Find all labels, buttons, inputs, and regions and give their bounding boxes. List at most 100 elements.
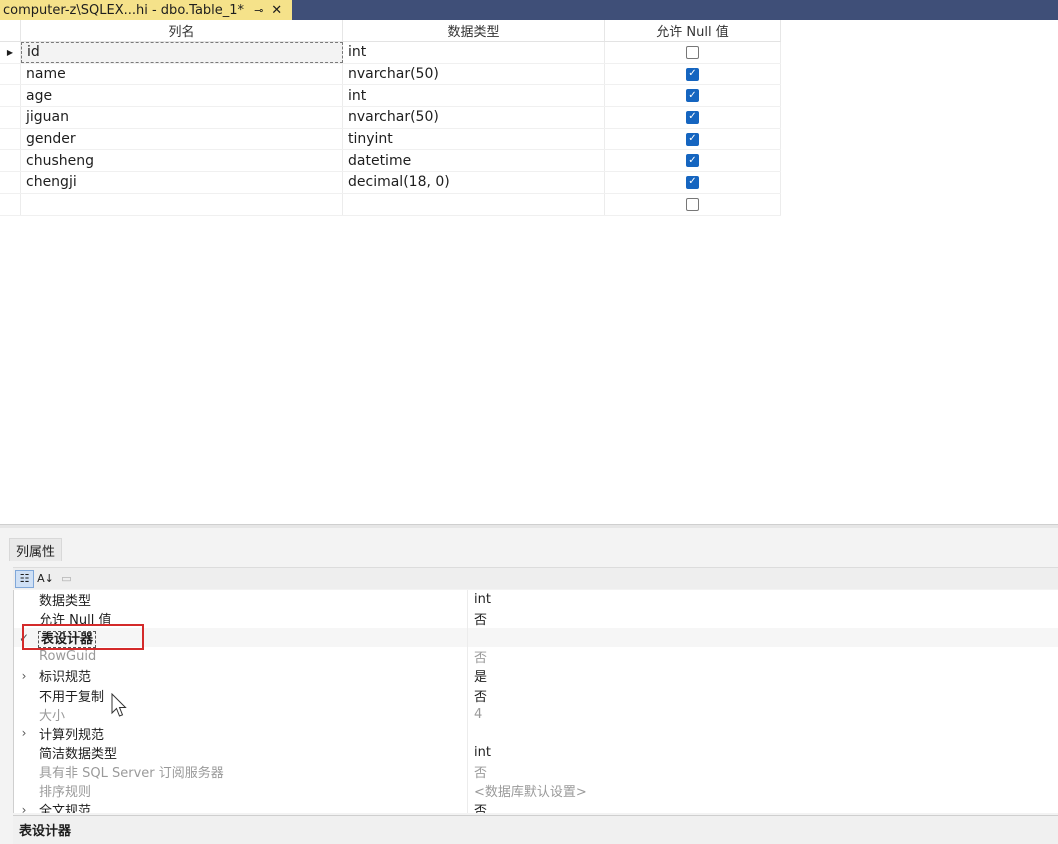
data-type-cell[interactable]: decimal(18, 0)	[343, 172, 605, 193]
allow-null-cell: ✓	[605, 85, 781, 107]
property-row[interactable]: 简洁数据类型 int	[14, 742, 1058, 762]
property-value[interactable]: 是	[467, 666, 1058, 686]
table-design-grid: 列名 数据类型 允许 Null 值 ▶ id int name nvarchar(50)…	[0, 20, 781, 216]
column-name-cell[interactable]: name	[21, 63, 343, 85]
property-value[interactable]: 否	[467, 800, 1058, 813]
column-name-cell[interactable]: id	[21, 42, 343, 63]
property-row[interactable]: 排序规则 <数据库默认设置>	[14, 780, 1058, 801]
property-value[interactable]	[467, 628, 1058, 648]
row-selector[interactable]	[0, 63, 21, 85]
row-selector[interactable]	[0, 85, 21, 107]
column-name-cell[interactable]: age	[21, 85, 343, 107]
row-selector[interactable]	[0, 193, 21, 215]
table-row[interactable]: chengji decimal(18, 0) ✓	[0, 172, 781, 194]
data-type-cell[interactable]: nvarchar(50)	[343, 107, 605, 128]
pin-icon[interactable]: ⊸	[254, 4, 263, 17]
property-name: 简洁数据类型	[39, 746, 118, 762]
grid-header: 列名 数据类型 允许 Null 值	[0, 20, 781, 42]
header-data-type[interactable]: 数据类型	[343, 20, 605, 41]
property-row[interactable]: › 计算列规范	[14, 723, 1058, 743]
document-tab[interactable]: computer-z\SQLEX...hi - dbo.Table_1* ⊸ ✕	[0, 0, 292, 20]
data-type-cell[interactable]	[343, 193, 605, 215]
table-row[interactable]	[0, 193, 781, 216]
property-description: 表设计器	[13, 815, 1058, 844]
data-type-cell[interactable]: datetime	[343, 150, 605, 172]
allow-null-checkbox[interactable]: ✓	[686, 67, 699, 81]
expand-chevron-icon[interactable]: ›	[14, 726, 34, 740]
property-name: 计算列规范	[39, 727, 105, 743]
property-row[interactable]: › 标识规范 是	[14, 666, 1058, 686]
column-name-cell[interactable]: gender	[21, 128, 343, 150]
row-selector-header	[0, 20, 21, 41]
property-name: 大小	[39, 708, 66, 724]
table-row[interactable]: gender tinyint ✓	[0, 128, 781, 151]
mouse-cursor-icon	[111, 693, 127, 717]
property-value[interactable]: int	[467, 590, 1058, 610]
document-tab-strip: computer-z\SQLEX...hi - dbo.Table_1* ⊸ ✕	[0, 0, 1058, 20]
property-value[interactable]: 否	[467, 609, 1058, 629]
allow-null-cell: ✓	[605, 128, 781, 150]
property-row[interactable]: › 全文规范 否	[14, 800, 1058, 813]
expand-chevron-icon[interactable]: ›	[14, 803, 34, 813]
column-properties-tab[interactable]: 列属性	[9, 538, 63, 561]
highlight-box	[22, 624, 144, 650]
property-value: 否	[467, 761, 1058, 781]
column-name-cell[interactable]	[21, 193, 343, 215]
column-name-cell[interactable]: jiguan	[21, 107, 343, 128]
property-value: <数据库默认设置>	[467, 780, 1058, 801]
data-type-cell[interactable]: tinyint	[343, 128, 605, 150]
property-name: RowGuid	[39, 649, 97, 665]
property-value[interactable]: int	[467, 742, 1058, 762]
row-selector[interactable]: ▶	[0, 42, 21, 63]
property-row[interactable]: 具有非 SQL Server 订阅服务器 否	[14, 761, 1058, 781]
allow-null-checkbox[interactable]: ✓	[686, 154, 699, 168]
properties-toolbar: ☷ A↓ ▭	[13, 567, 1058, 589]
header-column-name[interactable]: 列名	[21, 20, 343, 41]
tab-title: computer-z\SQLEX...hi - dbo.Table_1*	[3, 2, 245, 18]
allow-null-checkbox[interactable]: ✓	[686, 175, 699, 189]
property-value[interactable]: 否	[467, 685, 1058, 705]
column-name-cell[interactable]: chusheng	[21, 150, 343, 172]
categorized-icon[interactable]: ☷	[15, 569, 34, 588]
property-pages-icon[interactable]: ▭	[57, 570, 76, 588]
sort-alphabetical-icon[interactable]: A↓	[36, 570, 55, 588]
column-properties-pane: 列属性 ☷ A↓ ▭ 数据类型 int 允许 Null 值否 ✓ 表设计器 RowGuid…	[0, 528, 1058, 844]
property-row[interactable]: 不用于复制 否	[14, 685, 1058, 705]
allow-null-checkbox[interactable]: ✓	[686, 132, 699, 146]
data-type-cell[interactable]: int	[343, 42, 605, 63]
table-row[interactable]: chusheng datetime ✓	[0, 150, 781, 173]
row-selector[interactable]	[0, 128, 21, 150]
expand-chevron-icon[interactable]: ›	[14, 669, 34, 683]
allow-null-checkbox[interactable]	[686, 197, 699, 211]
table-row[interactable]: jiguan nvarchar(50) ✓	[0, 107, 781, 129]
property-value: 否	[467, 647, 1058, 667]
property-row[interactable]: 数据类型 int	[14, 590, 1058, 610]
allow-null-checkbox[interactable]: ✓	[686, 89, 699, 103]
property-row[interactable]: RowGuid 否	[14, 647, 1058, 667]
allow-null-cell: ✓	[605, 107, 781, 128]
table-row[interactable]: age int ✓	[0, 85, 781, 108]
allow-null-cell: ✓	[605, 172, 781, 193]
allow-null-checkbox[interactable]	[686, 45, 699, 59]
property-value: 4	[467, 704, 1058, 724]
property-row[interactable]: 大小 4	[14, 704, 1058, 724]
column-name-cell[interactable]: chengji	[21, 172, 343, 193]
data-type-cell[interactable]: int	[343, 85, 605, 107]
allow-null-cell: ✓	[605, 63, 781, 85]
header-allow-null[interactable]: 允许 Null 值	[605, 20, 781, 41]
row-selector[interactable]	[0, 150, 21, 172]
property-name: 排序规则	[39, 784, 92, 800]
allow-null-checkbox[interactable]: ✓	[686, 110, 699, 124]
property-name: 不用于复制	[39, 689, 105, 705]
property-row[interactable]: 允许 Null 值否	[14, 609, 1058, 629]
row-selector[interactable]	[0, 107, 21, 128]
close-icon[interactable]: ✕	[271, 3, 282, 18]
property-category[interactable]: ✓ 表设计器	[14, 628, 1058, 649]
property-value[interactable]	[467, 723, 1058, 743]
property-name: 数据类型	[39, 594, 92, 610]
row-selector[interactable]	[0, 172, 21, 193]
property-name: 标识规范	[39, 670, 92, 686]
table-row[interactable]: ▶ id int	[0, 42, 781, 64]
data-type-cell[interactable]: nvarchar(50)	[343, 63, 605, 85]
table-row[interactable]: name nvarchar(50) ✓	[0, 63, 781, 86]
